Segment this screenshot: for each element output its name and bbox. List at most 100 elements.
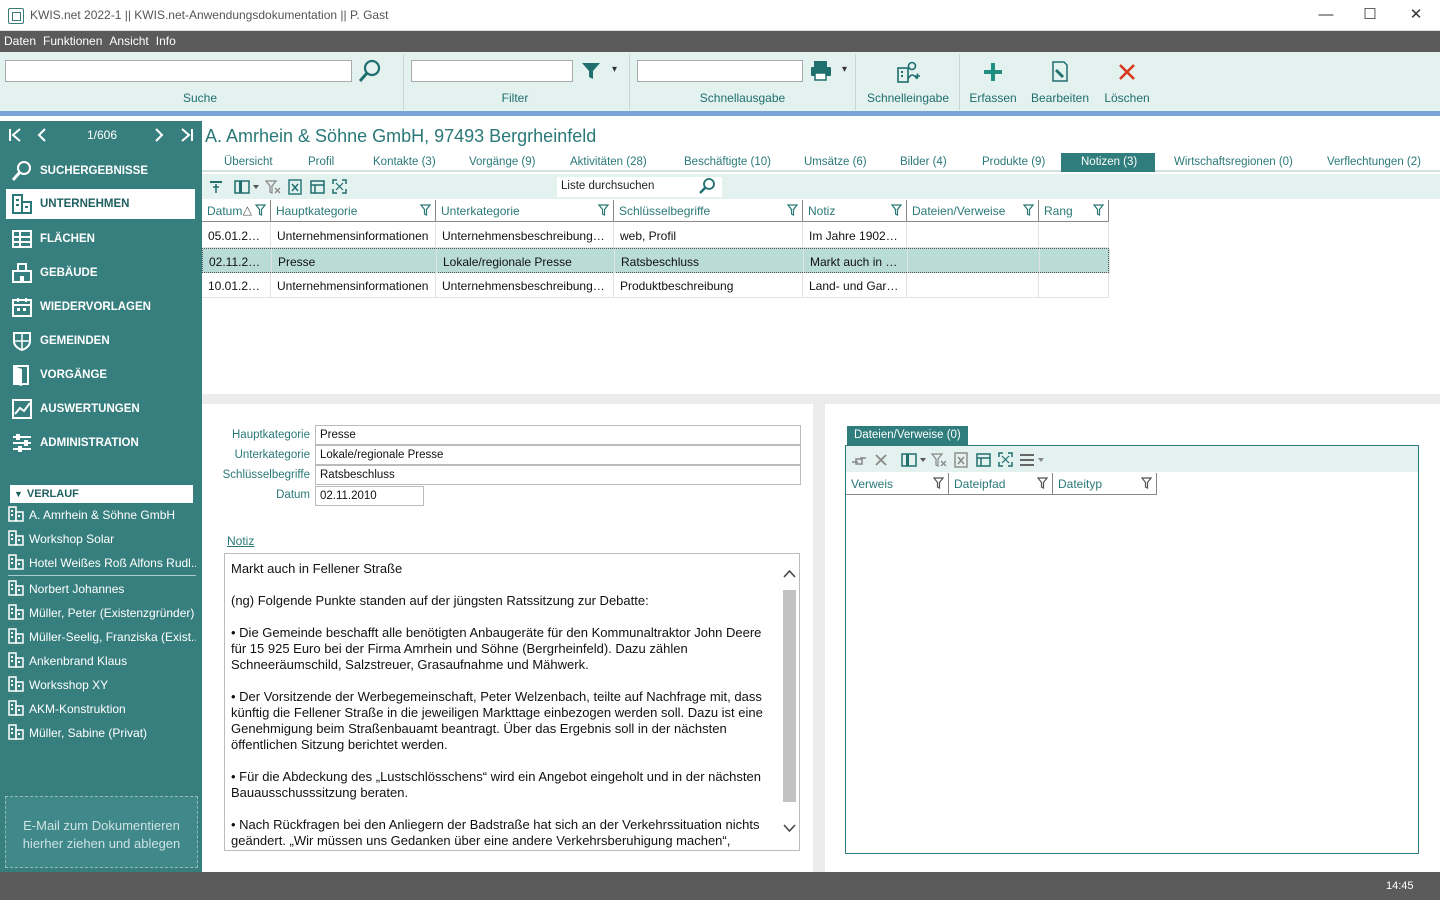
table-view-icon[interactable] [308,178,326,195]
menu-ansicht[interactable]: Ansicht [105,31,151,48]
files-column-header[interactable]: Verweis [846,473,949,495]
column-header[interactable]: Notiz [803,200,907,222]
history-item[interactable]: Worksshop XY [8,673,196,697]
column-header[interactable]: Schlüsselbegriffe [614,200,803,222]
edit-button[interactable]: Bearbeiten [1027,58,1093,105]
tab-wirtschaftsregionen[interactable]: Wirtschaftsregionen (0) [1164,153,1303,172]
nav-flaechen[interactable]: FLÄCHEN [0,223,202,255]
sub-category-field[interactable]: Lokale/regionale Presse [315,445,801,465]
maximize-button[interactable]: ☐ [1355,5,1385,25]
close-window-button[interactable]: ✕ [1401,5,1431,25]
column-header[interactable]: Rang [1039,200,1109,222]
filter-dropdown-icon[interactable]: ▾ [612,64,617,75]
quick-output-input[interactable] [637,60,803,82]
column-filter-icon[interactable] [1022,204,1035,219]
scroll-up-icon[interactable] [783,568,796,582]
create-button[interactable]: Erfassen [964,58,1022,105]
next-record-icon[interactable] [153,127,165,146]
column-chooser-icon[interactable] [233,178,261,195]
nav-unternehmen[interactable]: UNTERNEHMEN [6,189,195,219]
expand-icon[interactable] [996,451,1014,468]
menu-funktionen[interactable]: Funktionen [39,31,105,48]
nav-gemeinden[interactable]: GEMEINDEN [0,325,202,357]
table-row[interactable]: 05.01.2010 Unternehmensinformationen Unter… [202,223,1109,248]
note-link[interactable]: Notiz [227,534,254,548]
history-item[interactable]: Müller, Peter (Existenzgründer) [8,601,196,625]
scroll-down-icon[interactable] [783,822,796,836]
history-header[interactable]: ▼ VERLAUF [10,485,193,503]
tab-profil[interactable]: Profil [298,153,344,172]
previous-record-icon[interactable] [36,127,48,146]
menu-daten[interactable]: Daten [0,31,39,48]
tab-produkte[interactable]: Produkte (9) [972,153,1055,172]
nav-gebaeude[interactable]: GEBÄUDE [0,257,202,289]
tab-umsätze[interactable]: Umsätze (6) [794,153,877,172]
column-filter-icon[interactable] [419,204,432,219]
filter-icon[interactable] [580,60,602,85]
menu-info[interactable]: Info [152,31,179,48]
print-dropdown-icon[interactable]: ▾ [842,64,847,75]
last-record-icon[interactable] [180,127,194,146]
column-filter-icon[interactable] [1092,204,1105,219]
nav-vorgaenge[interactable]: VORGÄNGE [0,359,202,391]
history-item[interactable]: Müller-Seelig, Franziska (Exist... [8,625,196,649]
remove-icon[interactable] [872,451,890,468]
grid-search-icon[interactable] [698,177,716,198]
history-item[interactable]: Workshop Solar [8,527,196,551]
column-header[interactable]: Datum △ [202,200,271,222]
column-header[interactable]: Unterkategorie [436,200,614,222]
search-input[interactable] [5,60,352,82]
history-item[interactable]: Ankenbrand Klaus [8,649,196,673]
history-item[interactable]: AKM-Konstruktion [8,697,196,721]
excel-export-icon[interactable] [952,451,970,468]
link-icon[interactable] [850,451,868,468]
history-item[interactable]: Hotel Weißes Roß Alfons Rudl... [8,551,196,575]
note-scrollbar[interactable] [780,554,799,850]
horizontal-splitter[interactable] [202,394,1440,404]
delete-button[interactable]: Löschen [1099,58,1155,105]
keywords-field[interactable]: Ratsbeschluss [315,465,801,485]
nav-suchergebnisse[interactable]: SUCHERGEBNISSE [0,155,202,187]
minimize-button[interactable]: — [1311,5,1341,25]
column-filter-icon[interactable] [597,204,610,219]
column-filter-icon[interactable] [786,204,799,219]
table-view-icon[interactable] [974,451,992,468]
main-category-field[interactable]: Presse [315,425,801,445]
column-filter-icon[interactable] [1036,477,1049,492]
history-item[interactable]: Müller, Sabine (Privat) [8,721,196,745]
column-filter-icon[interactable] [932,477,945,492]
column-header[interactable]: Hauptkategorie [271,200,436,222]
column-filter-icon[interactable] [254,204,267,219]
scroll-thumb[interactable] [783,590,796,802]
vertical-splitter[interactable] [813,404,825,872]
date-field[interactable]: 02.11.2010 [315,486,424,506]
tab-notizen[interactable]: Notizen (3) [1061,153,1156,172]
clear-filter-icon[interactable] [264,178,282,195]
column-header[interactable]: Dateien/Verweise [907,200,1039,222]
clear-filter-icon[interactable] [930,451,948,468]
column-filter-icon[interactable] [890,204,903,219]
filter-input[interactable] [411,60,573,82]
table-row[interactable]: 02.11.2010 Presse Lokale/regionale Presse R… [202,248,1110,273]
email-drop-zone[interactable]: E-Mail zum Dokumentieren hierher ziehen … [5,796,198,868]
tab-beschäftigte[interactable]: Beschäftigte (10) [674,153,781,172]
note-textarea[interactable]: Markt auch in Fellener Straße (ng) Folge… [224,553,800,851]
nav-wiedervorlagen[interactable]: WIEDERVORLAGEN [0,291,202,323]
nav-auswertungen[interactable]: AUSWERTUNGEN [0,393,202,425]
column-filter-icon[interactable] [1140,477,1153,492]
excel-export-icon[interactable] [286,178,304,195]
files-column-header[interactable]: Dateipfad [949,473,1053,495]
search-icon[interactable] [357,58,383,87]
column-chooser-icon[interactable] [900,451,928,468]
expand-icon[interactable] [330,178,348,195]
tab-kontakte[interactable]: Kontakte (3) [363,153,446,172]
tab-übersicht[interactable]: Übersicht [214,153,283,172]
history-item[interactable]: A. Amrhein & Söhne GmbH [8,503,196,527]
files-tab[interactable]: Dateien/Verweise (0) [847,426,968,446]
first-record-icon[interactable] [8,127,22,146]
nav-administration[interactable]: ADMINISTRATION [0,427,202,459]
tab-aktivitäten[interactable]: Aktivitäten (28) [560,153,657,172]
menu-lines-icon[interactable] [1018,451,1046,468]
quick-entry-button[interactable]: Schnelleingabe [860,58,956,105]
tab-bilder[interactable]: Bilder (4) [890,153,957,172]
